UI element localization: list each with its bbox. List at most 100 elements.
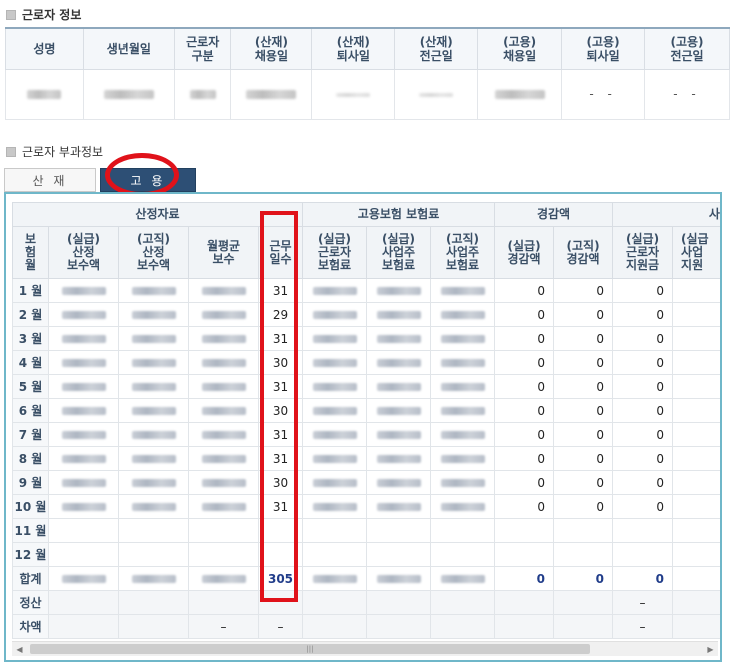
premium-cell[interactable]: [430, 374, 496, 399]
scroll-thumb[interactable]: |||: [30, 644, 590, 654]
amount-cell[interactable]: [48, 398, 119, 423]
reduction-cell[interactable]: 0: [494, 446, 555, 471]
reduction-cell[interactable]: 0: [553, 302, 614, 327]
work-days-cell[interactable]: 30: [257, 470, 304, 495]
premium-cell[interactable]: [430, 302, 496, 327]
support-cell[interactable]: 0: [612, 302, 674, 327]
premium-cell[interactable]: [430, 542, 496, 567]
reduction-cell[interactable]: 0: [553, 470, 614, 495]
support-cell[interactable]: [672, 302, 720, 327]
amount-cell[interactable]: [118, 518, 189, 543]
amount-cell[interactable]: [118, 278, 189, 303]
premium-cell[interactable]: [366, 326, 432, 351]
amount-cell[interactable]: [118, 422, 189, 447]
premium-cell[interactable]: [302, 446, 368, 471]
reduction-cell[interactable]: 0: [494, 398, 555, 423]
support-cell[interactable]: 0: [612, 374, 674, 399]
premium-cell[interactable]: [430, 518, 496, 543]
work-days-cell[interactable]: 31: [257, 494, 304, 519]
amount-cell[interactable]: [118, 326, 189, 351]
amount-cell[interactable]: [48, 542, 119, 567]
amount-cell[interactable]: [118, 302, 189, 327]
support-cell[interactable]: [672, 494, 720, 519]
support-cell[interactable]: 0: [612, 446, 674, 471]
premium-cell[interactable]: [430, 278, 496, 303]
reduction-cell[interactable]: [494, 542, 555, 567]
amount-cell[interactable]: [188, 494, 259, 519]
premium-cell[interactable]: [302, 518, 368, 543]
premium-cell[interactable]: [302, 494, 368, 519]
support-cell[interactable]: 0: [612, 422, 674, 447]
premium-cell[interactable]: [366, 278, 432, 303]
amount-cell[interactable]: [48, 446, 119, 471]
premium-cell[interactable]: [430, 326, 496, 351]
premium-cell[interactable]: [366, 350, 432, 375]
reduction-cell[interactable]: 0: [494, 326, 555, 351]
amount-cell[interactable]: [188, 542, 259, 567]
scroll-left-icon[interactable]: ◀: [12, 642, 27, 657]
support-cell[interactable]: [672, 374, 720, 399]
reduction-cell[interactable]: 0: [553, 350, 614, 375]
premium-cell[interactable]: [302, 422, 368, 447]
tab-industrial-accident[interactable]: 산 재: [4, 168, 96, 192]
amount-cell[interactable]: [188, 518, 259, 543]
support-cell[interactable]: 0: [612, 470, 674, 495]
premium-cell[interactable]: [366, 470, 432, 495]
reduction-cell[interactable]: 0: [553, 398, 614, 423]
amount-cell[interactable]: [48, 422, 119, 447]
premium-cell[interactable]: [302, 302, 368, 327]
premium-cell[interactable]: [366, 518, 432, 543]
reduction-cell[interactable]: [494, 518, 555, 543]
support-cell[interactable]: [672, 422, 720, 447]
premium-cell[interactable]: [366, 302, 432, 327]
amount-cell[interactable]: [48, 518, 119, 543]
scroll-right-icon[interactable]: ▶: [703, 642, 718, 657]
work-days-cell[interactable]: 31: [257, 422, 304, 447]
reduction-cell[interactable]: 0: [494, 278, 555, 303]
premium-cell[interactable]: [302, 542, 368, 567]
amount-cell[interactable]: [48, 326, 119, 351]
premium-cell[interactable]: [366, 494, 432, 519]
amount-cell[interactable]: [188, 446, 259, 471]
reduction-cell[interactable]: 0: [553, 278, 614, 303]
premium-cell[interactable]: [302, 470, 368, 495]
amount-cell[interactable]: [188, 350, 259, 375]
reduction-cell[interactable]: 0: [553, 326, 614, 351]
work-days-cell[interactable]: 31: [257, 278, 304, 303]
support-cell[interactable]: [672, 350, 720, 375]
amount-cell[interactable]: [118, 446, 189, 471]
support-cell[interactable]: [672, 518, 720, 543]
support-cell[interactable]: 0: [612, 398, 674, 423]
amount-cell[interactable]: [118, 350, 189, 375]
amount-cell[interactable]: [48, 374, 119, 399]
support-cell[interactable]: [612, 518, 674, 543]
reduction-cell[interactable]: 0: [553, 422, 614, 447]
amount-cell[interactable]: [48, 494, 119, 519]
amount-cell[interactable]: [188, 302, 259, 327]
premium-cell[interactable]: [430, 494, 496, 519]
reduction-cell[interactable]: 0: [494, 422, 555, 447]
support-cell[interactable]: [672, 542, 720, 567]
support-cell[interactable]: 0: [612, 350, 674, 375]
amount-cell[interactable]: [118, 542, 189, 567]
premium-cell[interactable]: [366, 446, 432, 471]
amount-cell[interactable]: [188, 326, 259, 351]
work-days-cell[interactable]: 29: [257, 302, 304, 327]
amount-cell[interactable]: [188, 422, 259, 447]
premium-cell[interactable]: [430, 350, 496, 375]
amount-cell[interactable]: [48, 302, 119, 327]
premium-cell[interactable]: [366, 374, 432, 399]
tab-employment[interactable]: 고 용: [100, 168, 196, 192]
premium-cell[interactable]: [430, 470, 496, 495]
reduction-cell[interactable]: 0: [494, 374, 555, 399]
amount-cell[interactable]: [188, 278, 259, 303]
premium-cell[interactable]: [302, 350, 368, 375]
amount-cell[interactable]: [188, 398, 259, 423]
amount-cell[interactable]: [118, 374, 189, 399]
premium-cell[interactable]: [302, 398, 368, 423]
horizontal-scrollbar[interactable]: ◀ ||| ▶: [12, 641, 718, 656]
reduction-cell[interactable]: 0: [553, 446, 614, 471]
work-days-cell[interactable]: 30: [257, 350, 304, 375]
amount-cell[interactable]: [48, 470, 119, 495]
reduction-cell[interactable]: [553, 542, 614, 567]
